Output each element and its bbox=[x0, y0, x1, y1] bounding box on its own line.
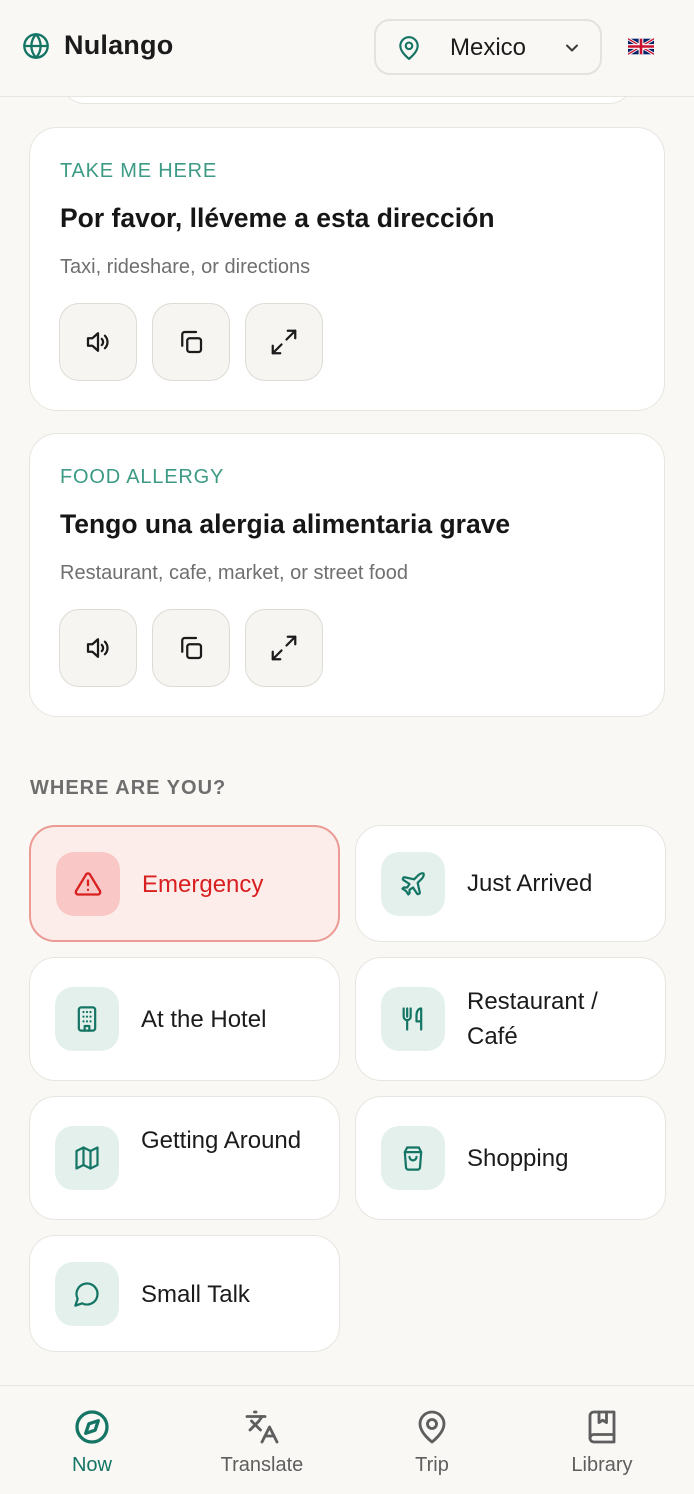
phrase-hint: Taxi, rideshare, or directions bbox=[60, 256, 311, 278]
nav-label: Translate bbox=[220, 1454, 304, 1476]
tile-label: Small Talk bbox=[141, 1281, 250, 1308]
speak-button[interactable] bbox=[59, 609, 137, 687]
nav-label: Trip bbox=[415, 1454, 449, 1476]
nav-translate[interactable]: Translate bbox=[202, 1409, 322, 1477]
speaker-icon bbox=[86, 332, 109, 352]
bottom-nav: Now Translate Trip Library bbox=[0, 1385, 694, 1494]
map-icon bbox=[75, 1146, 99, 1170]
tile-icon bbox=[55, 1126, 119, 1190]
shopping-bag-icon bbox=[403, 1146, 423, 1171]
phrase-text: Tengo una alergia alimentaria grave bbox=[60, 509, 511, 539]
language-flag-button[interactable] bbox=[628, 38, 654, 55]
translate-icon bbox=[245, 1410, 279, 1444]
tile-icon bbox=[381, 1126, 445, 1190]
tile-label: At the Hotel bbox=[141, 1006, 267, 1033]
phrase-hint: Restaurant, cafe, market, or street food bbox=[60, 562, 408, 584]
country-selector[interactable]: Mexico bbox=[374, 19, 602, 75]
tile-label: Just Arrived bbox=[467, 870, 593, 897]
chevron-down-icon bbox=[566, 44, 578, 52]
globe-icon bbox=[23, 32, 49, 59]
situations-heading: WHERE ARE YOU? bbox=[30, 777, 227, 799]
phrase-card-take-me-here: TAKE ME HERE Por favor, lléveme a esta d… bbox=[29, 127, 665, 411]
tile-icon bbox=[55, 1262, 119, 1326]
tile-icon bbox=[56, 852, 120, 916]
copy-button[interactable] bbox=[152, 609, 230, 687]
phrase-category: TAKE ME HERE bbox=[60, 160, 218, 182]
phrase-text: Por favor, lléveme a esta dirección bbox=[60, 203, 495, 233]
copy-button[interactable] bbox=[152, 303, 230, 381]
tile-icon bbox=[55, 987, 119, 1051]
tile-label: Shopping bbox=[467, 1145, 569, 1172]
brand[interactable]: Nulango bbox=[22, 30, 173, 61]
selected-country: Mexico bbox=[450, 34, 527, 61]
tile-icon bbox=[381, 987, 445, 1051]
phrase-card-food-allergy: FOOD ALLERGY Tengo una alergia alimentar… bbox=[29, 433, 665, 717]
compass-icon bbox=[75, 1410, 109, 1444]
situation-hotel[interactable]: At the Hotel bbox=[29, 957, 340, 1081]
expand-button[interactable] bbox=[245, 303, 323, 381]
tile-label: Emergency bbox=[142, 871, 264, 898]
situation-small-talk[interactable]: Small Talk bbox=[29, 1235, 340, 1352]
warning-icon bbox=[74, 872, 102, 896]
phrase-actions bbox=[59, 609, 338, 687]
speaker-icon bbox=[86, 638, 109, 658]
tile-label: Getting Around bbox=[141, 1127, 302, 1154]
situation-getting-around[interactable]: Getting Around bbox=[29, 1096, 340, 1220]
nav-library[interactable]: Library bbox=[542, 1409, 662, 1477]
utensils-icon bbox=[402, 1007, 423, 1031]
nav-label: Now bbox=[71, 1454, 112, 1476]
phrase-category: FOOD ALLERGY bbox=[60, 466, 225, 488]
app-header: Nulango Mexico bbox=[0, 0, 694, 97]
speak-button[interactable] bbox=[59, 303, 137, 381]
situation-restaurant[interactable]: Restaurant / Café bbox=[355, 957, 666, 1081]
phrase-actions bbox=[59, 303, 338, 381]
situation-emergency[interactable]: Emergency bbox=[29, 825, 340, 942]
copy-icon bbox=[181, 636, 203, 660]
situation-just-arrived[interactable]: Just Arrived bbox=[355, 825, 666, 942]
map-pin-icon bbox=[399, 36, 419, 60]
nav-now[interactable]: Now bbox=[32, 1409, 152, 1477]
tile-label: Restaurant / Café bbox=[467, 988, 598, 1050]
chat-bubble-icon bbox=[74, 1282, 99, 1307]
brand-name: Nulango bbox=[64, 30, 174, 60]
copy-icon bbox=[181, 330, 203, 354]
nav-trip[interactable]: Trip bbox=[372, 1409, 492, 1477]
nav-label: Library bbox=[571, 1454, 633, 1476]
expand-button[interactable] bbox=[245, 609, 323, 687]
situation-shopping[interactable]: Shopping bbox=[355, 1096, 666, 1220]
tile-icon bbox=[381, 852, 445, 916]
map-pin-icon bbox=[418, 1410, 446, 1444]
expand-icon bbox=[271, 635, 297, 661]
expand-icon bbox=[271, 329, 297, 355]
book-icon bbox=[588, 1410, 616, 1444]
plane-icon bbox=[401, 872, 425, 896]
building-icon bbox=[77, 1006, 97, 1032]
